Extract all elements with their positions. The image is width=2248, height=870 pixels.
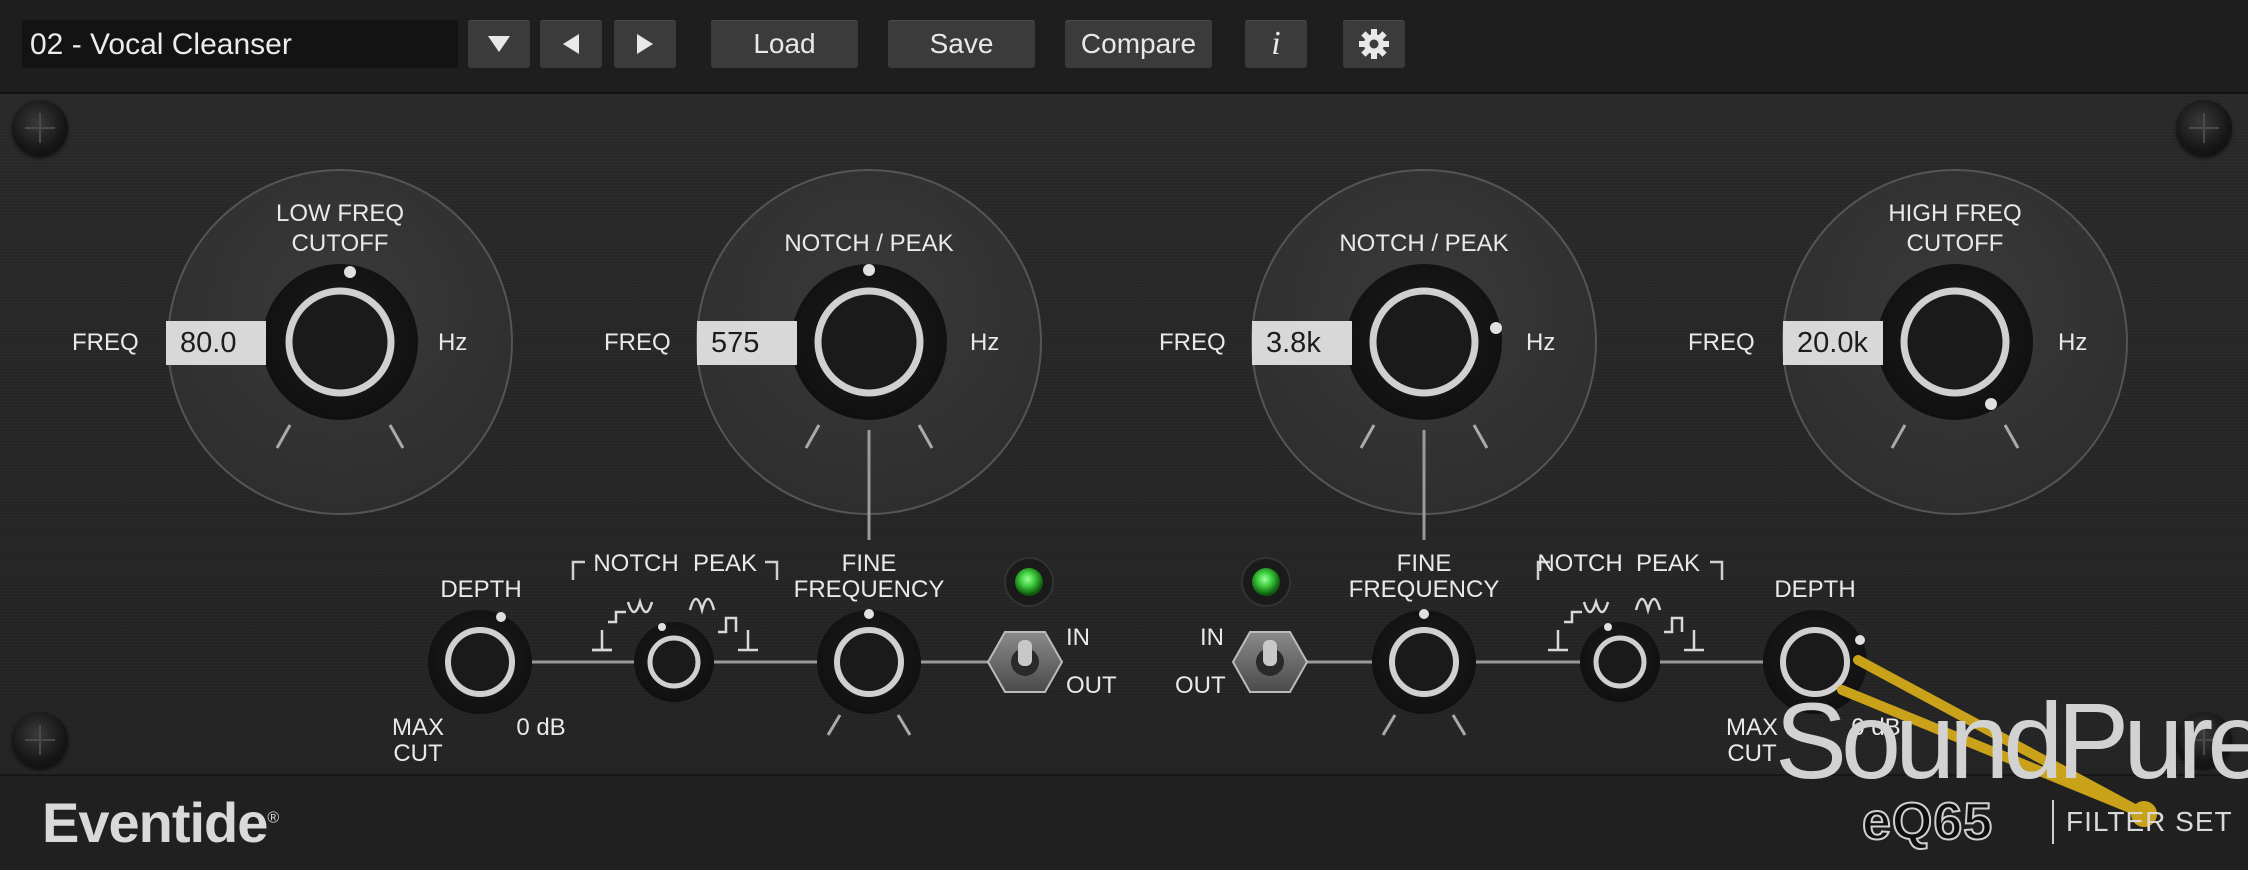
low-cut-freq-readout[interactable]: 80.0 [166, 321, 266, 365]
notch2-title: NOTCH / PEAK [1339, 230, 1509, 257]
left-zero-db-label: 0 dB [516, 714, 566, 741]
notch2-unit: Hz [1526, 329, 1556, 356]
right-fine-frequency-knob[interactable] [1372, 609, 1476, 714]
high-cut-unit: Hz [2058, 329, 2088, 356]
left-led [1004, 557, 1054, 607]
brand-divider [2052, 800, 2054, 844]
right-fine-label-2: FREQUENCY [1348, 576, 1500, 603]
soundpure-logo: SoundPure [1775, 680, 2248, 801]
low-cut-title-1: LOW FREQ [275, 200, 405, 227]
high-cut-freq-label: FREQ [1688, 329, 1755, 356]
high-cut-title-2: CUTOFF [1906, 230, 2004, 257]
notch2-freq-readout[interactable]: 3.8k [1252, 321, 1352, 365]
low-cut-unit: Hz [438, 329, 468, 356]
registered-mark: ® [267, 809, 279, 827]
notch2-freq-label: FREQ [1159, 329, 1226, 356]
right-max-label: MAX [1725, 714, 1779, 741]
right-depth-label: DEPTH [1774, 576, 1856, 603]
notch1-title: NOTCH / PEAK [784, 230, 954, 257]
high-cut-title-1: HIGH FREQ [1888, 200, 2022, 227]
right-led [1241, 557, 1291, 607]
eventide-logo: Eventide® [42, 790, 279, 855]
notch1-freq-readout[interactable]: 575 [697, 321, 797, 365]
left-in-out-switch[interactable] [986, 631, 1064, 693]
eventide-logo-text: Eventide [42, 791, 268, 854]
low-cut-title-2: CUTOFF [291, 230, 389, 257]
eq65-logo: eQ65 [1861, 792, 1994, 852]
right-mode-knob[interactable] [1580, 622, 1660, 702]
left-depth-knob[interactable] [428, 610, 532, 714]
low-cut-freq-label: FREQ [72, 329, 139, 356]
right-out-label: OUT [1175, 672, 1226, 699]
right-cut-label: CUT [1727, 740, 1777, 767]
left-notch-label: NOTCH [593, 550, 679, 577]
left-fine-label-1: FINE [841, 550, 897, 577]
right-peak-label: PEAK [1635, 550, 1701, 577]
notch1-unit: Hz [970, 329, 1000, 356]
right-in-label: IN [1200, 624, 1224, 651]
left-mode-knob[interactable] [634, 622, 714, 702]
notch1-freq-knob[interactable] [791, 264, 947, 420]
left-fine-label-2: FREQUENCY [793, 576, 945, 603]
right-notch-label: NOTCH [1537, 550, 1623, 577]
left-cut-label: CUT [393, 740, 443, 767]
high-cut-freq-readout[interactable]: 20.0k [1783, 321, 1883, 365]
filter-shape-icons [592, 597, 1704, 652]
fine-ticks [826, 714, 1467, 736]
left-peak-label: PEAK [692, 550, 758, 577]
left-out-label: OUT [1066, 672, 1117, 699]
left-depth-label: DEPTH [440, 576, 522, 603]
left-fine-frequency-knob[interactable] [817, 609, 921, 714]
notch1-freq-label: FREQ [604, 329, 671, 356]
right-fine-label-1: FINE [1396, 550, 1452, 577]
left-in-label: IN [1066, 624, 1090, 651]
left-max-label: MAX [391, 714, 445, 741]
notch2-freq-knob[interactable] [1346, 264, 1502, 420]
filter-set-label: FILTER SET [2066, 806, 2233, 837]
high-cut-freq-knob[interactable] [1877, 264, 2033, 420]
right-in-out-switch[interactable] [1231, 631, 1309, 693]
low-cut-freq-knob[interactable] [262, 264, 418, 420]
